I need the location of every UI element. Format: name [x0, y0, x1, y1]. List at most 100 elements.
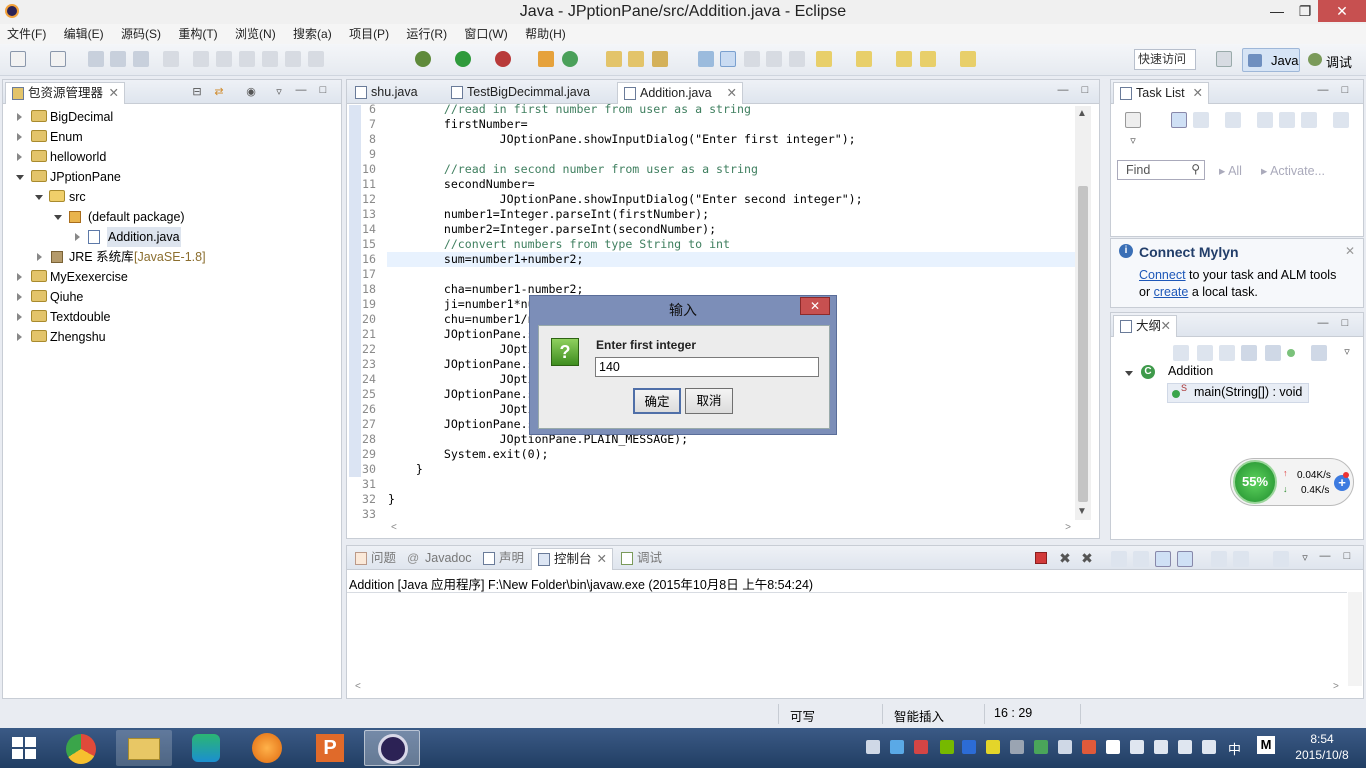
collapsed-arrow-icon[interactable] — [75, 233, 80, 241]
tree-item-qiuhe[interactable]: Qiuhe — [3, 287, 341, 307]
cancel-button[interactable]: 取消 — [685, 388, 733, 414]
step-into-icon[interactable] — [262, 51, 278, 67]
tree-item-default-package[interactable]: (default package) — [3, 207, 341, 227]
dialog-input-field[interactable] — [595, 357, 819, 377]
tab-debug[interactable]: 调试 — [615, 548, 667, 570]
tree-item-src[interactable]: src — [3, 187, 341, 207]
tree-item-helloworld[interactable]: helloworld — [3, 147, 341, 167]
activate-link[interactable]: ▸ Activate... — [1261, 163, 1325, 178]
tree-item-myexexercise[interactable]: MyExexercise — [3, 267, 341, 287]
collapsed-arrow-icon[interactable] — [17, 333, 22, 341]
filter-icon[interactable]: ◉ — [243, 85, 259, 99]
outline-method-item[interactable]: S main(String[]) : void — [1167, 383, 1309, 403]
expanded-arrow-icon[interactable] — [54, 215, 62, 220]
new-class-icon[interactable] — [562, 51, 578, 67]
minimize-view-icon[interactable]: — — [1315, 83, 1331, 97]
terminate-icon[interactable] — [1035, 552, 1047, 564]
taskbar-app-ppt-icon[interactable]: P — [302, 730, 358, 766]
close-icon[interactable]: ✕ — [109, 83, 119, 103]
view-menu-icon[interactable]: ▿ — [271, 85, 287, 99]
display-console-icon[interactable] — [1233, 551, 1249, 567]
search-icon[interactable] — [652, 51, 668, 67]
menu-edit[interactable]: 编辑(E) — [57, 24, 111, 44]
close-icon[interactable]: ✕ — [1161, 316, 1171, 336]
tab-shu-java[interactable]: shu.java — [349, 82, 443, 104]
tab-javadoc[interactable]: @ Javadoc — [403, 548, 473, 570]
last-edit-icon[interactable] — [896, 51, 912, 67]
taskbar-app-player-icon[interactable] — [178, 730, 234, 766]
sync-icon[interactable] — [1279, 112, 1295, 128]
scroll-left-arrow[interactable]: < — [391, 522, 397, 533]
tray-power-icon[interactable] — [1154, 740, 1168, 754]
tab-console[interactable]: 控制台 ✕ — [531, 548, 613, 570]
skip-breakpoints-icon[interactable] — [163, 51, 179, 67]
highlight-icon[interactable] — [720, 51, 736, 67]
close-icon[interactable]: ✕ — [1345, 244, 1355, 258]
console-output-area[interactable] — [347, 592, 1347, 686]
view-menu-icon[interactable]: ▿ — [1297, 551, 1313, 565]
minimize-view-icon[interactable]: — — [1315, 316, 1331, 330]
step-return-icon[interactable] — [308, 51, 324, 67]
scroll-left-arrow[interactable]: < — [355, 681, 361, 692]
tray-bluetooth-icon[interactable] — [962, 740, 976, 754]
console-vscrollbar[interactable] — [1348, 592, 1362, 686]
new-java-project-icon[interactable] — [538, 51, 554, 67]
hide-static-icon[interactable] — [1265, 345, 1281, 361]
perspective-debug-button[interactable]: 调试 — [1304, 48, 1362, 72]
hide-fields-icon[interactable] — [1241, 345, 1257, 361]
expanded-arrow-icon[interactable] — [16, 175, 24, 180]
collapsed-arrow-icon[interactable] — [17, 293, 22, 301]
tab-addition-java[interactable]: Addition.java ✕ — [617, 82, 743, 104]
suspend-icon[interactable] — [216, 51, 232, 67]
create-link[interactable]: create — [1154, 285, 1189, 299]
collapse-all-icon[interactable] — [1197, 345, 1213, 361]
menu-help[interactable]: 帮助(H) — [518, 24, 573, 44]
network-speed-widget[interactable]: 55% ↑ 0.04K/s ↓ 0.4K/s + — [1230, 458, 1354, 506]
hide-nonpublic-icon[interactable] — [1287, 349, 1295, 357]
open-perspective-icon[interactable] — [1216, 51, 1232, 67]
taskbar-clock[interactable]: 8:54 2015/10/8 — [1288, 731, 1356, 763]
collapsed-arrow-icon[interactable] — [17, 133, 22, 141]
menu-search[interactable]: 搜索(a) — [286, 24, 339, 44]
tray-app-icon[interactable] — [1082, 740, 1096, 754]
scheduled-icon[interactable] — [1193, 112, 1209, 128]
menu-window[interactable]: 窗口(W) — [457, 24, 514, 44]
close-button[interactable]: ✕ — [1318, 0, 1366, 22]
menu-navigate[interactable]: 浏览(N) — [228, 24, 283, 44]
collapsed-arrow-icon[interactable] — [17, 273, 22, 281]
next-annotation-icon[interactable] — [816, 51, 832, 67]
paragraph-icon[interactable] — [789, 51, 805, 67]
tab-declaration[interactable]: 声明 — [477, 548, 529, 570]
run-icon[interactable] — [455, 51, 471, 67]
expanded-arrow-icon[interactable] — [35, 195, 43, 200]
new-task-icon[interactable] — [1125, 112, 1141, 128]
view-menu-icon[interactable]: ▿ — [1125, 134, 1141, 148]
save-icon[interactable] — [88, 51, 104, 67]
tab-package-explorer[interactable]: 包资源管理器 ✕ — [5, 82, 125, 104]
close-icon[interactable]: ✕ — [727, 83, 737, 103]
menu-project[interactable]: 项目(P) — [342, 24, 396, 44]
print-icon[interactable] — [133, 51, 149, 67]
new-icon[interactable] — [10, 51, 26, 67]
focus-icon[interactable] — [1257, 112, 1273, 128]
tray-storage-icon[interactable] — [1010, 740, 1024, 754]
scroll-thumb[interactable] — [1078, 186, 1088, 502]
taskbar-app-chrome-icon[interactable] — [54, 730, 110, 766]
menu-source[interactable]: 源码(S) — [114, 24, 168, 44]
windows-start-icon[interactable] — [12, 737, 36, 759]
task-find-input[interactable]: Find ⚲ — [1117, 160, 1205, 180]
sort-icon[interactable] — [1219, 345, 1235, 361]
tree-item-textdouble[interactable]: Textdouble — [3, 307, 341, 327]
new-wizard-icon[interactable] — [50, 51, 66, 67]
maximize-view-icon[interactable]: □ — [315, 83, 331, 97]
terminate-icon[interactable] — [239, 51, 255, 67]
maximize-view-icon[interactable]: □ — [1337, 316, 1353, 330]
collapse-all-icon[interactable]: ⊟ — [189, 85, 205, 99]
ok-button[interactable]: 确定 — [633, 388, 681, 414]
dialog-close-button[interactable]: ✕ — [800, 297, 830, 315]
run-external-icon[interactable] — [495, 51, 511, 67]
show-stderr-icon[interactable] — [1177, 551, 1193, 567]
scroll-up-arrow[interactable]: ▲ — [1077, 108, 1087, 119]
taskbar-app-eclipse-icon[interactable] — [364, 730, 420, 766]
scroll-right-arrow[interactable]: > — [1333, 681, 1339, 692]
